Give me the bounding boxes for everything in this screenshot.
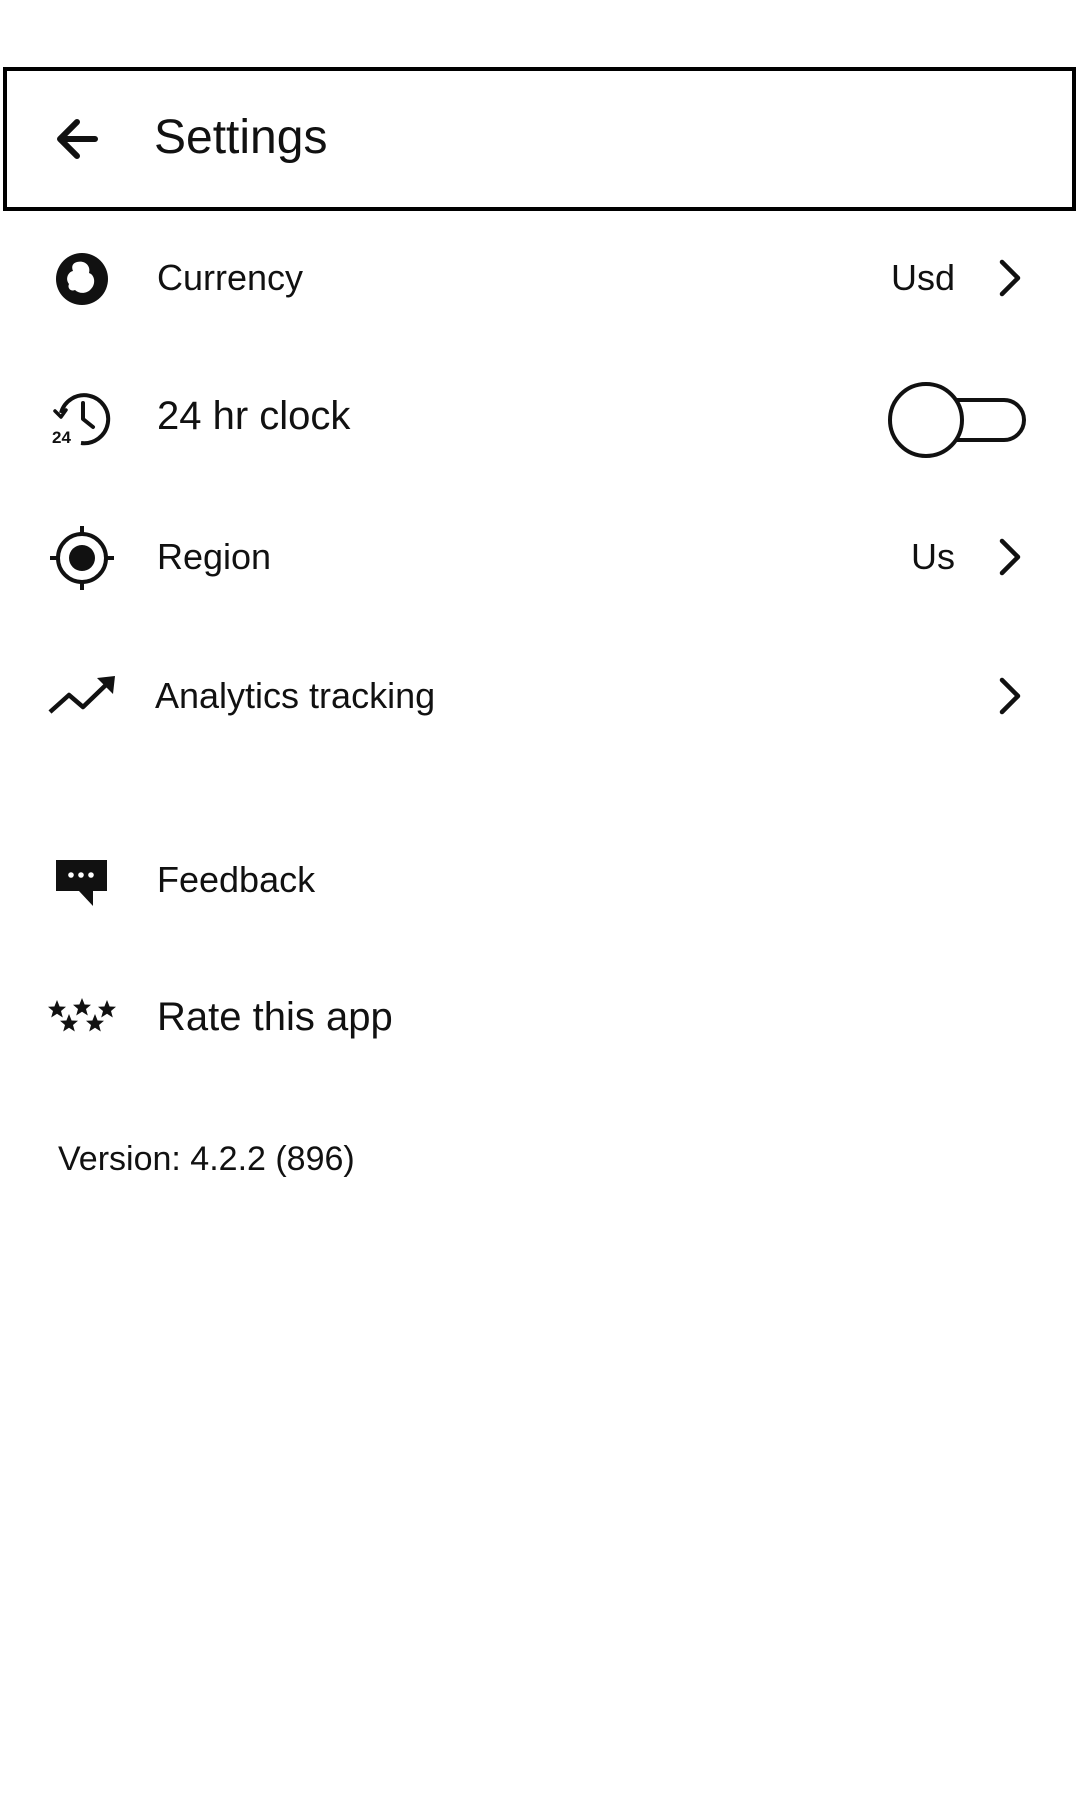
settings-row-rate[interactable]: Rate this app: [0, 958, 1080, 1078]
clock-24-icon: 24: [47, 383, 117, 453]
chevron-right-icon: [990, 256, 1030, 300]
trending-up-icon: [47, 662, 117, 732]
settings-row-label: Rate this app: [157, 995, 393, 1039]
currency-icon: [47, 244, 117, 314]
settings-row-label: Feedback: [157, 859, 316, 900]
settings-row-feedback[interactable]: Feedback: [0, 820, 1080, 940]
svg-text:24: 24: [52, 428, 71, 447]
settings-row-region[interactable]: Region Us: [0, 497, 1080, 617]
stars-icon: [47, 984, 117, 1054]
settings-row-label: Region: [157, 536, 272, 577]
settings-row-analytics[interactable]: Analytics tracking: [0, 636, 1080, 756]
clock-24-toggle[interactable]: [886, 381, 1028, 461]
back-button[interactable]: [47, 107, 111, 171]
location-target-icon: [47, 523, 117, 593]
chevron-right-icon: [990, 535, 1030, 579]
top-app-bar: Settings: [3, 67, 1076, 211]
feedback-chat-icon: [47, 846, 117, 916]
settings-row-clock[interactable]: 24 24 hr clock: [0, 357, 1080, 477]
settings-row-label: 24 hr clock: [157, 394, 351, 438]
currency-value: Usd: [890, 257, 955, 298]
arrow-left-icon: [57, 119, 98, 159]
region-value: Us: [911, 536, 955, 577]
settings-row-label: Currency: [157, 257, 304, 298]
settings-row-label: Analytics tracking: [155, 675, 436, 716]
settings-row-currency[interactable]: Currency Usd: [0, 218, 1080, 338]
app-version: Version: 4.2.2 (896): [58, 1140, 355, 1178]
page-title: Settings: [154, 111, 328, 164]
chevron-right-icon: [990, 674, 1030, 718]
